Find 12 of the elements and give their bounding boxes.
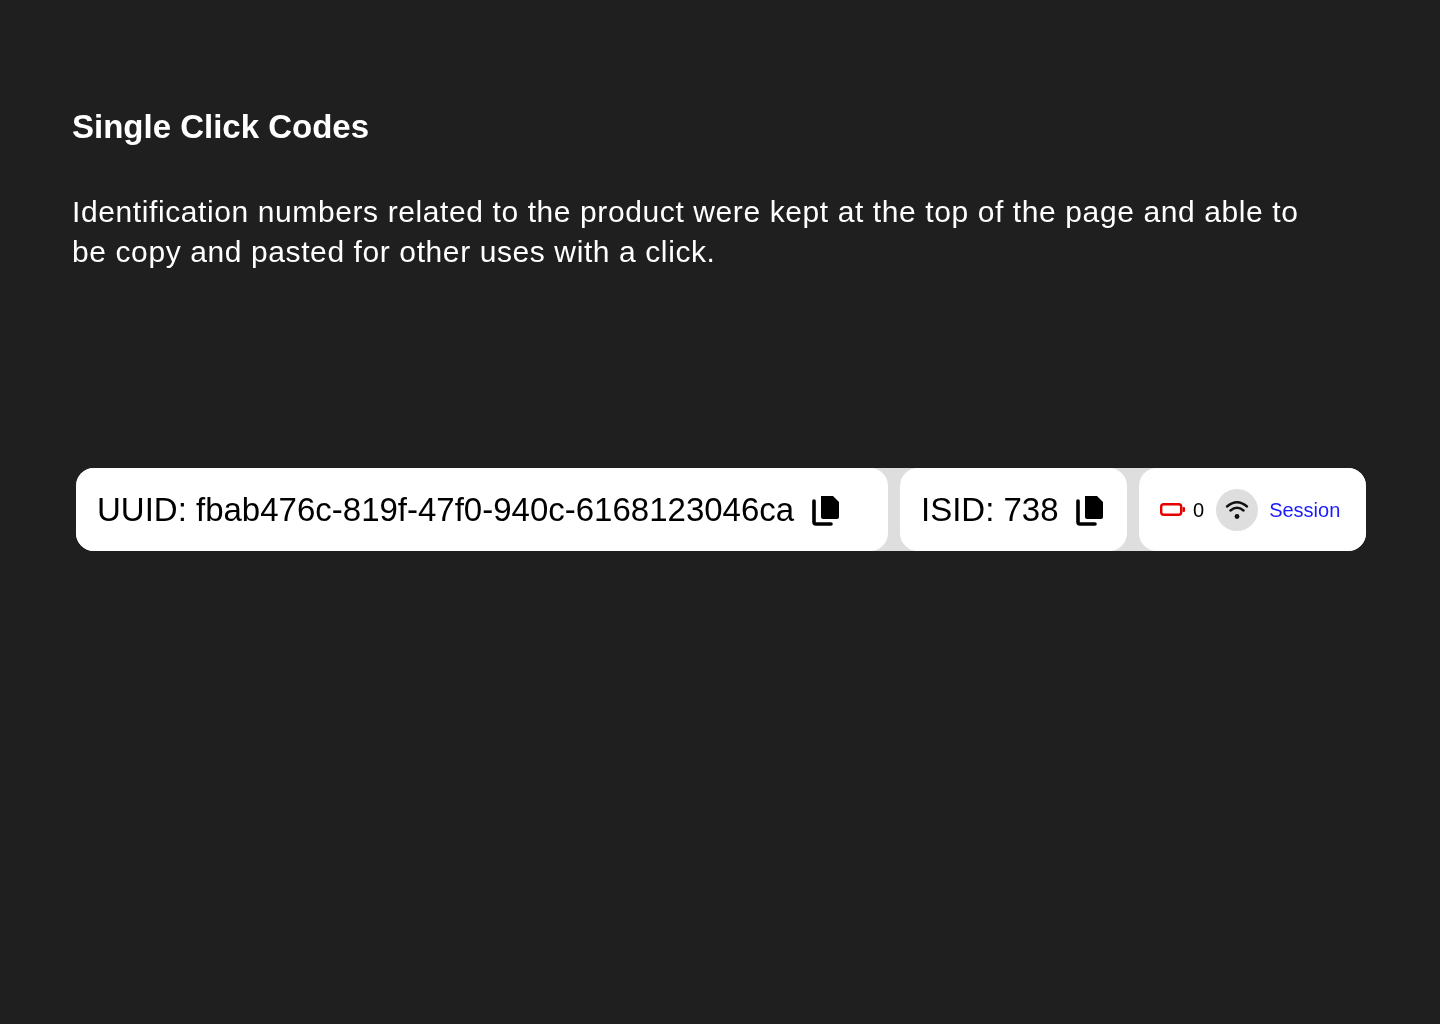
code-text: UUID: fbab476c-819f-47f0-940c-6168123046ca xyxy=(97,489,795,530)
battery-reading: 0 xyxy=(1193,497,1205,523)
description-text: Identification numbers related to the product were kept at the top of the page and able to be copy and pasted for other uses with a click. xyxy=(72,194,1300,270)
copy-icon xyxy=(810,493,840,526)
wifi-icon xyxy=(1216,488,1259,531)
session-link[interactable]: Session xyxy=(1269,494,1341,525)
section-heading: Single Click Codes xyxy=(72,107,370,147)
code-text: ISID: 738 xyxy=(921,489,1059,530)
copy-icon xyxy=(1075,493,1105,526)
copy-button[interactable] xyxy=(1074,493,1105,526)
copy-button[interactable] xyxy=(810,493,841,526)
battery-icon xyxy=(1160,503,1185,516)
